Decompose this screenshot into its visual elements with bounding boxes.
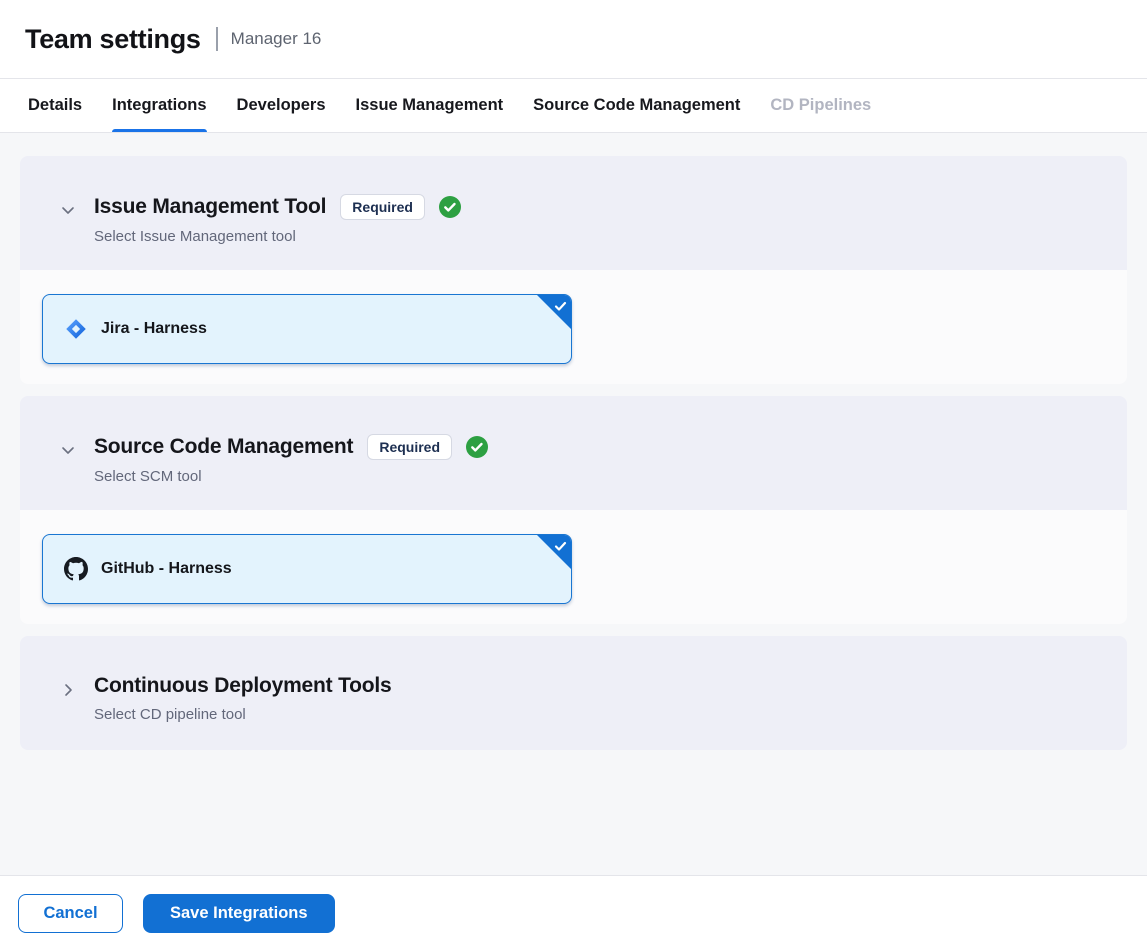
page-header: Team settings Manager 16 — [0, 0, 1147, 78]
tab-label: Source Code Management — [533, 96, 740, 115]
tool-card-github[interactable]: GitHub - Harness — [42, 534, 572, 604]
section-subtitle: Select CD pipeline tool — [94, 706, 1103, 723]
section-source-code-management-body: GitHub - Harness — [20, 510, 1127, 624]
section-source-code-management: Source Code Management Required Select S… — [20, 396, 1127, 624]
page-title: Team settings — [25, 24, 201, 55]
tab-issue-management[interactable]: Issue Management — [356, 79, 504, 132]
corner-check-icon — [553, 299, 568, 314]
jira-icon — [64, 317, 88, 341]
section-source-code-management-header[interactable]: Source Code Management Required Select S… — [20, 396, 1127, 510]
page-subtitle: Manager 16 — [231, 29, 322, 49]
required-badge: Required — [340, 194, 425, 220]
tool-card-jira[interactable]: Jira - Harness — [42, 294, 572, 364]
section-subtitle: Select Issue Management tool — [94, 228, 1103, 245]
section-title: Issue Management Tool — [94, 195, 326, 219]
title-separator — [216, 27, 218, 51]
active-tab-indicator — [112, 129, 206, 132]
chevron-right-icon[interactable] — [58, 680, 78, 700]
section-issue-management: Issue Management Tool Required Select Is… — [20, 156, 1127, 384]
tab-source-code-management[interactable]: Source Code Management — [533, 79, 740, 132]
tab-label: Developers — [237, 96, 326, 115]
integrations-panel: Issue Management Tool Required Select Is… — [0, 133, 1147, 875]
tab-developers[interactable]: Developers — [237, 79, 326, 132]
tab-label: Details — [28, 96, 82, 115]
footer-action-bar: Cancel Save Integrations — [0, 875, 1147, 951]
chevron-down-icon[interactable] — [58, 200, 78, 220]
tab-label: Issue Management — [356, 96, 504, 115]
tool-name: GitHub - Harness — [101, 560, 232, 578]
tool-name: Jira - Harness — [101, 320, 207, 338]
section-continuous-deployment: Continuous Deployment Tools Select CD pi… — [20, 636, 1127, 750]
tab-label: CD Pipelines — [770, 96, 871, 115]
tab-bar: Details Integrations Developers Issue Ma… — [0, 78, 1147, 133]
chevron-down-icon[interactable] — [58, 440, 78, 460]
section-issue-management-header[interactable]: Issue Management Tool Required Select Is… — [20, 156, 1127, 270]
section-continuous-deployment-header[interactable]: Continuous Deployment Tools Select CD pi… — [20, 636, 1127, 750]
corner-check-icon — [553, 539, 568, 554]
check-circle-icon — [466, 436, 488, 458]
save-integrations-button[interactable]: Save Integrations — [143, 894, 335, 933]
tab-label: Integrations — [112, 96, 206, 115]
section-issue-management-body: Jira - Harness — [20, 270, 1127, 384]
check-circle-icon — [439, 196, 461, 218]
required-badge: Required — [367, 434, 452, 460]
section-title: Source Code Management — [94, 435, 353, 459]
github-icon — [64, 557, 88, 581]
cancel-button[interactable]: Cancel — [18, 894, 123, 933]
tab-integrations[interactable]: Integrations — [112, 79, 206, 132]
tab-cd-pipelines: CD Pipelines — [770, 79, 871, 132]
section-subtitle: Select SCM tool — [94, 468, 1103, 485]
tab-details[interactable]: Details — [28, 79, 82, 132]
section-title: Continuous Deployment Tools — [94, 674, 392, 698]
